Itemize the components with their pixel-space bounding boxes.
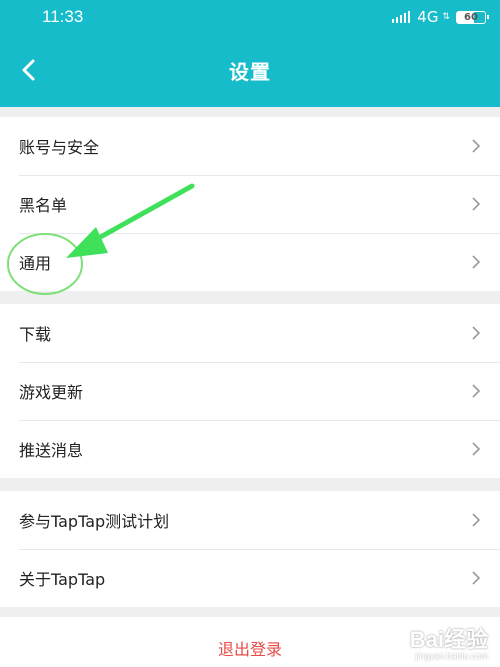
chevron-right-icon bbox=[472, 255, 481, 269]
logout-button[interactable]: 退出登录 bbox=[0, 617, 500, 667]
settings-item-about[interactable]: 关于TapTap bbox=[0, 549, 500, 607]
settings-item-label: 参与TapTap测试计划 bbox=[19, 512, 170, 531]
settings-item-label: 下载 bbox=[19, 325, 52, 344]
settings-item-label: 推送消息 bbox=[19, 441, 84, 460]
status-time: 11:33 bbox=[42, 7, 84, 26]
settings-item-account-security[interactable]: 账号与安全 bbox=[0, 117, 500, 175]
chevron-right-icon bbox=[472, 442, 481, 456]
settings-item-beta-program[interactable]: 参与TapTap测试计划 bbox=[0, 491, 500, 549]
battery-icon: 60 bbox=[456, 10, 489, 24]
settings-item-label: 游戏更新 bbox=[19, 383, 84, 402]
data-arrows-icon: ⇅ bbox=[442, 12, 450, 22]
app-header: 11:33 4G ⇅ 60 设置 bbox=[0, 0, 500, 107]
settings-group-downloads: 下载 游戏更新 推送消息 bbox=[0, 304, 500, 478]
settings-item-label: 账号与安全 bbox=[19, 138, 100, 157]
battery-level: 60 bbox=[464, 11, 478, 23]
settings-item-general[interactable]: 通用 bbox=[0, 233, 500, 291]
settings-item-download[interactable]: 下载 bbox=[0, 304, 500, 362]
chevron-right-icon bbox=[472, 384, 481, 398]
logout-label: 退出登录 bbox=[217, 640, 282, 659]
chevron-right-icon bbox=[472, 139, 481, 153]
chevron-right-icon bbox=[472, 197, 481, 211]
chevron-right-icon bbox=[472, 513, 481, 527]
settings-item-blacklist[interactable]: 黑名单 bbox=[0, 175, 500, 233]
signal-strength-icon bbox=[392, 11, 411, 23]
settings-item-push-notifications[interactable]: 推送消息 bbox=[0, 420, 500, 478]
status-indicators: 4G ⇅ 60 bbox=[392, 7, 489, 27]
settings-group-about: 参与TapTap测试计划 关于TapTap bbox=[0, 491, 500, 607]
settings-group-account: 账号与安全 黑名单 通用 bbox=[0, 117, 500, 291]
settings-item-label: 关于TapTap bbox=[19, 570, 106, 589]
page-title: 设置 bbox=[229, 60, 271, 84]
network-type: 4G bbox=[417, 8, 439, 26]
chevron-right-icon bbox=[472, 326, 481, 340]
chevron-right-icon bbox=[472, 571, 481, 585]
settings-item-game-updates[interactable]: 游戏更新 bbox=[0, 362, 500, 420]
settings-item-label: 黑名单 bbox=[19, 196, 68, 215]
settings-item-label: 通用 bbox=[19, 254, 52, 273]
